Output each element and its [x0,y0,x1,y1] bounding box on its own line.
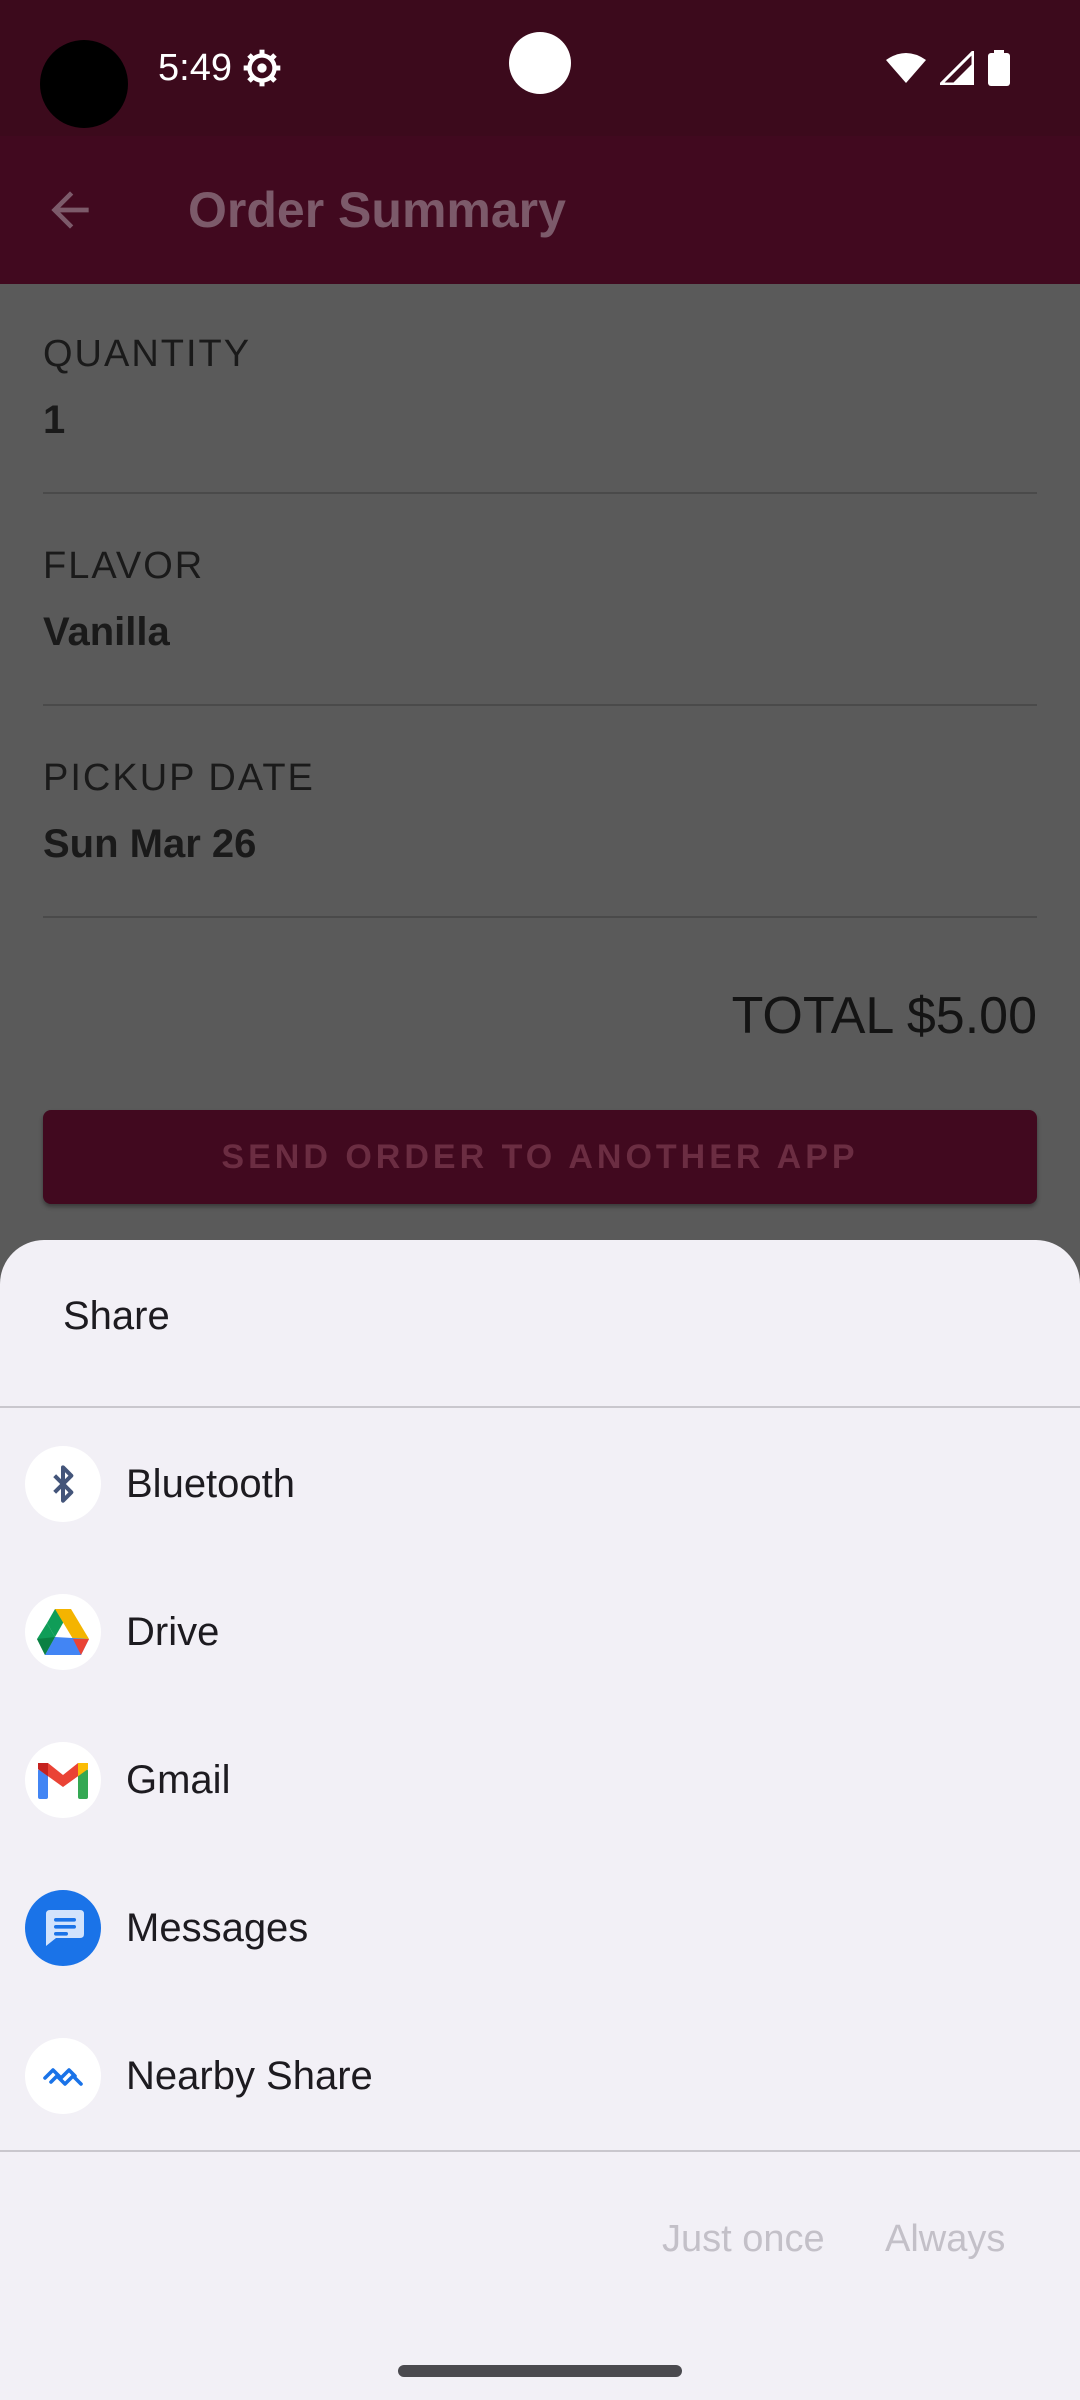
share-target-label: Drive [126,1610,220,1654]
nearby-share-icon [25,2038,101,2114]
share-target-drive[interactable]: Drive [0,1558,1080,1706]
sheet-divider [0,2150,1080,2152]
share-target-label: Gmail [126,1758,231,1802]
camera-cutout [40,40,128,128]
wifi-icon [886,53,926,83]
front-camera-indicator [509,32,571,94]
quantity-value: 1 [43,398,66,442]
order-total: TOTAL $5.00 [731,987,1037,1045]
send-order-button[interactable]: SEND ORDER TO ANOTHER APP [43,1110,1037,1204]
share-sheet-title: Share [63,1294,170,1338]
quantity-label: QUANTITY [43,333,252,375]
flavor-value: Vanilla [43,610,170,654]
quantity-field: QUANTITY 1 [43,330,1037,446]
status-icons [886,50,1010,86]
divider [43,916,1037,918]
divider [43,704,1037,706]
status-bar: 5:49 [0,0,1080,136]
pickup-date-field: PICKUP DATE Sun Mar 26 [43,754,1037,870]
pickup-date-label: PICKUP DATE [43,757,315,799]
battery-icon [988,50,1010,86]
flavor-field: FLAVOR Vanilla [43,542,1037,658]
flavor-label: FLAVOR [43,545,205,587]
status-time: 5:49 [158,47,232,89]
settings-gear-icon [243,49,281,87]
cell-signal-icon [940,51,974,85]
share-target-label: Messages [126,1906,309,1950]
divider [43,492,1037,494]
page-title: Order Summary [188,182,566,238]
order-summary-content: QUANTITY 1 FLAVOR Vanilla PICKUP DATE Su… [0,284,1080,1240]
share-target-label: Nearby Share [126,2054,373,2098]
gmail-icon [25,1742,101,1818]
messages-icon [25,1890,101,1966]
share-sheet: Share Bluetooth Drive Gmail Messages Nea… [0,1240,1080,2400]
back-arrow-icon[interactable] [42,182,98,238]
bluetooth-icon [25,1446,101,1522]
always-button[interactable]: Always [885,2214,1005,2264]
share-target-bluetooth[interactable]: Bluetooth [0,1410,1080,1558]
just-once-button[interactable]: Just once [662,2214,825,2264]
drive-icon [25,1594,101,1670]
share-target-messages[interactable]: Messages [0,1854,1080,2002]
share-target-nearby-share[interactable]: Nearby Share [0,2002,1080,2150]
app-bar: Order Summary [0,136,1080,284]
sheet-divider [0,1406,1080,1408]
pickup-date-value: Sun Mar 26 [43,822,257,866]
share-target-label: Bluetooth [126,1462,296,1506]
home-indicator[interactable] [398,2365,682,2377]
share-target-gmail[interactable]: Gmail [0,1706,1080,1854]
